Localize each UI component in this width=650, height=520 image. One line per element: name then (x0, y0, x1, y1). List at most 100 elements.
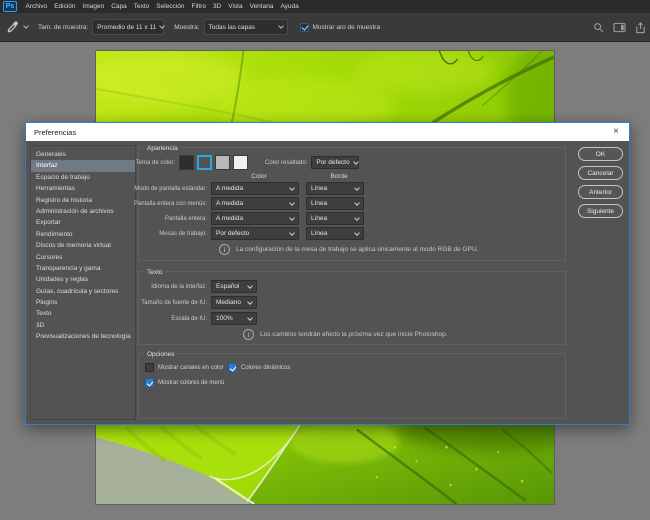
previous-button[interactable]: Anterior (578, 185, 623, 199)
menu-texto[interactable]: Texto (130, 0, 153, 13)
show-channels-in-color-checkbox[interactable] (145, 363, 154, 372)
artboards-border-dropdown[interactable]: Línea (306, 227, 364, 240)
dialog-title: Preferencias (34, 127, 77, 137)
cancel-button[interactable]: Cancelar (578, 166, 623, 180)
sidebar-item-herramientas[interactable]: Herramientas (31, 183, 135, 194)
checkbox[interactable] (299, 22, 309, 32)
sample-dropdown[interactable]: Todas las capas (203, 19, 288, 35)
menu-imagen[interactable]: Imagen (79, 0, 108, 13)
fullscreen-border-dropdown[interactable]: Línea (306, 212, 364, 225)
sidebar-item-rendimiento[interactable]: Rendimiento (31, 229, 135, 240)
sidebar-item-exportar[interactable]: Exportar (31, 217, 135, 228)
highlight-color-value: Por defecto (316, 159, 350, 166)
menu-ventana[interactable]: Ventana (246, 0, 277, 13)
sidebar-item-texto[interactable]: Texto (31, 308, 135, 319)
artboards-label: Mesas de trabajo: (159, 230, 207, 237)
fullscreen-color-dropdown[interactable]: A medida (211, 212, 299, 225)
dialog-body: Generales Interfaz Espacio de trabajo He… (26, 141, 629, 424)
sample-size-dropdown[interactable]: Promedio de 11 x 11 (92, 19, 166, 35)
chevron-down-icon (289, 200, 295, 206)
text-group-title: Texto (144, 267, 166, 277)
sidebar-item-unidades-y-reglas[interactable]: Unidades y reglas (31, 274, 135, 285)
ui-font-size-dropdown[interactable]: Mediano (211, 296, 257, 309)
eyedropper-icon (7, 21, 18, 33)
show-menu-colors-label: Mostrar colores de menú (158, 379, 225, 386)
sidebar-item-generales[interactable]: Generales (31, 149, 135, 160)
menu-ayuda[interactable]: Ayuda (277, 0, 302, 13)
artboards-color-dropdown[interactable]: Por defecto (211, 227, 299, 240)
ui-language-label: Idioma de la interfaz: (151, 283, 207, 290)
sidebar-item-3d[interactable]: 3D (31, 320, 135, 331)
show-channels-in-color-label: Mostrar canales en color (158, 364, 224, 371)
options-group-title: Opciones (144, 349, 178, 359)
menu-seleccion[interactable]: Selección (153, 0, 188, 13)
sidebar-item-administracion-de-archivos[interactable]: Administración de archivos (31, 206, 135, 217)
ui-scale-dropdown[interactable]: 100% (211, 312, 257, 325)
column-header-color: Color (251, 173, 267, 180)
screen-mode-standard-border-dropdown[interactable]: Línea (306, 182, 364, 195)
sidebar-item-registro-de-historia[interactable]: Registro de historia (31, 195, 135, 206)
sidebar-item-plugins[interactable]: Plugins (31, 297, 135, 308)
sidebar-item-cursores[interactable]: Cursores (31, 252, 135, 263)
screen-mode-standard-color-dropdown[interactable]: A medida (211, 182, 299, 195)
show-sampling-ring-label: Mostrar aro de muestra (312, 23, 381, 31)
sidebar-item-discos-de-memoria-virtual[interactable]: Discos de memoria virtual (31, 240, 135, 251)
sample-size-value: Promedio de 11 x 11 (97, 23, 157, 31)
chevron-down-icon (159, 23, 166, 29)
fullscreen-menus-border-dropdown[interactable]: Línea (306, 197, 364, 210)
show-sampling-ring-checkbox[interactable]: Mostrar aro de muestra (299, 22, 381, 32)
sidebar-item-guias-cuadricula-y-sectores[interactable]: Guías, cuadrícula y sectores (31, 286, 135, 297)
search-icon[interactable] (593, 22, 604, 33)
sample-value: Todas las capas (208, 23, 256, 31)
ui-language-dropdown[interactable]: Español (211, 280, 257, 293)
tool-preset-chevron-icon (23, 23, 29, 29)
menu-vista[interactable]: Vista (225, 0, 246, 13)
ui-font-size-label: Tamaño de fuente de IU: (141, 299, 207, 306)
chevron-down-icon (247, 315, 253, 321)
photoshop-logo-icon: Ps (3, 1, 17, 12)
workspace-switcher-icon[interactable] (613, 22, 626, 33)
menu-3d[interactable]: 3D (209, 0, 224, 13)
menu-archivo[interactable]: Archivo (22, 0, 51, 13)
menu-bar: Ps Archivo Edición Imagen Capa Texto Sel… (0, 0, 650, 13)
artboard-info-text: La configuración de la mesa de trabajo s… (236, 246, 479, 253)
share-icon[interactable] (635, 21, 646, 34)
sample-label: Muestra: (174, 23, 200, 31)
check-icon (229, 363, 237, 372)
appearance-group-title: Apariencia (144, 143, 181, 153)
fullscreen-menus-label: Pantalla entera con menús: (133, 200, 207, 207)
chevron-down-icon (247, 299, 253, 305)
sidebar-item-espacio-de-trabajo[interactable]: Espacio de trabajo (31, 172, 135, 183)
chevron-down-icon (289, 185, 295, 191)
dialog-titlebar[interactable]: Preferencias × (26, 123, 629, 141)
chevron-down-icon (354, 185, 360, 191)
theme-swatch-medium-selected[interactable] (197, 155, 212, 170)
dynamic-colors-checkbox[interactable] (228, 363, 237, 372)
ok-button[interactable]: OK (578, 147, 623, 161)
fullscreen-menus-color-dropdown[interactable]: A medida (211, 197, 299, 210)
theme-swatch-light[interactable] (215, 155, 230, 170)
menu-capa[interactable]: Capa (108, 0, 131, 13)
sidebar-item-transparencia-y-gama[interactable]: Transparencia y gama (31, 263, 135, 274)
text-group: Texto Idioma de la interfaz: Español Tam… (138, 267, 566, 345)
color-theme-label: Tema de color: (135, 159, 175, 166)
theme-swatch-dark[interactable] (179, 155, 194, 170)
theme-swatch-white[interactable] (233, 155, 248, 170)
next-button[interactable]: Siguiente (578, 204, 623, 218)
chevron-down-icon (354, 200, 360, 206)
sidebar-item-previsualizaciones-de-tecnologia[interactable]: Previsualizaciones de tecnología (31, 331, 135, 342)
chevron-down-icon (247, 283, 253, 289)
options-bar: Tam. de muestra: Promedio de 11 x 11 Mue… (0, 13, 650, 42)
sample-size-label: Tam. de muestra: (38, 23, 89, 31)
close-icon[interactable]: × (609, 124, 623, 140)
highlight-color-dropdown[interactable]: Por defecto (311, 156, 360, 169)
show-menu-colors-checkbox[interactable] (145, 378, 154, 387)
menu-edicion[interactable]: Edición (51, 0, 79, 13)
ui-scale-label: Escala de IU: (171, 315, 207, 322)
chevron-down-icon (289, 215, 295, 221)
menu-filtro[interactable]: Filtro (188, 0, 209, 13)
eyedropper-tool-button[interactable] (6, 20, 29, 34)
chevron-down-icon (352, 159, 359, 165)
photoshop-window: Ps Archivo Edición Imagen Capa Texto Sel… (0, 0, 650, 520)
sidebar-item-interfaz[interactable]: Interfaz (31, 160, 135, 172)
